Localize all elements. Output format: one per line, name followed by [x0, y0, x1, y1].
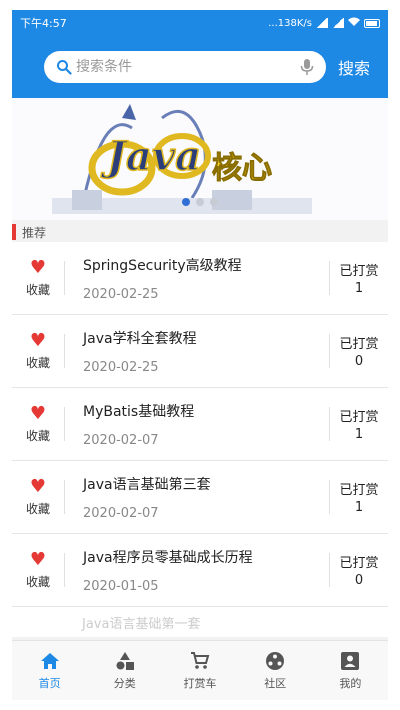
profile-icon	[341, 651, 360, 670]
section-title: 推荐	[22, 225, 47, 240]
reward-status: 已打赏 0	[330, 333, 388, 369]
wifi-icon	[348, 17, 360, 30]
battery-icon	[364, 18, 380, 28]
reward-count: 0	[354, 573, 364, 588]
course-title: Java程序员零基础成长历程	[83, 549, 253, 566]
reward-label: 已打赏	[339, 337, 379, 352]
list-item[interactable]: ♥ 收藏 SpringSecurity高级教程 2020-02-25 已打赏 1	[12, 242, 388, 315]
tab-home[interactable]: 首页	[12, 641, 87, 700]
app-screen: 下午4:57 ...138K/s 搜索条件 搜索 Java 核心 推荐 ♥ 收藏…	[12, 10, 388, 700]
list-item[interactable]: ♥ 收藏 MyBatis基础教程 2020-02-07 已打赏 1	[12, 388, 388, 461]
heart-icon: ♥	[29, 475, 47, 497]
bottom-tab-bar: 首页 分类 打赏车 社区 我的	[12, 640, 388, 700]
signal-icon-2	[332, 18, 344, 28]
reward-count: 1	[354, 281, 364, 296]
status-time: 下午4:57	[20, 17, 67, 30]
reward-label: 已打赏	[339, 556, 379, 571]
course-date: 2020-02-07	[83, 432, 159, 448]
list-item[interactable]: ♥ 收藏 Java学科全套教程 2020-02-25 已打赏 0	[12, 315, 388, 388]
reward-label: 已打赏	[339, 483, 379, 498]
category-icon	[116, 651, 134, 670]
tab-label: 我的	[339, 676, 362, 690]
community-icon	[266, 651, 285, 670]
course-info[interactable]: SpringSecurity高级教程 2020-02-25	[65, 255, 329, 302]
status-bar: 下午4:57 ...138K/s	[12, 10, 388, 36]
tab-label: 首页	[38, 676, 61, 690]
cart-icon	[191, 651, 210, 669]
home-icon	[40, 652, 59, 669]
reward-status: 已打赏 0	[330, 552, 388, 588]
banner-core-text: 核心	[212, 151, 272, 186]
network-speed: ...138K/s	[268, 17, 312, 29]
course-date: 2020-01-05	[83, 578, 159, 594]
heart-icon: ♥	[29, 548, 47, 570]
course-title: Java语言基础第一套	[82, 616, 201, 632]
banner-java-text: Java	[100, 133, 201, 180]
tab-label: 分类	[113, 676, 136, 690]
course-info[interactable]: Java学科全套教程 2020-02-25	[65, 328, 329, 375]
favorite-label: 收藏	[25, 574, 50, 589]
favorite-button[interactable]: ♥ 收藏	[12, 329, 64, 371]
course-title: SpringSecurity高级教程	[83, 257, 242, 274]
favorite-label: 收藏	[25, 501, 50, 516]
status-indicators: ...138K/s	[268, 17, 380, 30]
favorite-label: 收藏	[25, 355, 50, 370]
favorite-button[interactable]: ♥ 收藏	[12, 402, 64, 444]
list-item[interactable]: ♥ 收藏 Java语言基础第三套 2020-02-07 已打赏 1	[12, 461, 388, 534]
carousel-dot-active[interactable]	[182, 198, 190, 206]
tab-label: 社区	[264, 676, 287, 690]
course-info[interactable]: Java程序员零基础成长历程 2020-01-05	[65, 547, 329, 594]
reward-status: 已打赏 1	[330, 260, 388, 296]
course-list: ♥ 收藏 SpringSecurity高级教程 2020-02-25 已打赏 1…	[12, 242, 388, 637]
favorite-label: 收藏	[25, 428, 50, 443]
carousel-dot[interactable]	[210, 198, 218, 206]
tab-community[interactable]: 社区	[238, 641, 313, 700]
microphone-icon[interactable]	[300, 58, 314, 76]
course-date: 2020-02-07	[83, 505, 159, 521]
search-box[interactable]	[44, 51, 326, 83]
course-date: 2020-02-25	[83, 359, 159, 375]
section-header: 推荐	[12, 222, 388, 242]
course-title: Java语言基础第三套	[83, 476, 211, 493]
reward-status: 已打赏 1	[330, 406, 388, 442]
favorite-button[interactable]: ♥ 收藏	[12, 548, 64, 590]
reward-label: 已打赏	[339, 264, 379, 279]
heart-icon: ♥	[29, 256, 47, 278]
reward-count: 1	[354, 500, 364, 515]
search-icon	[57, 60, 72, 75]
tab-cart[interactable]: 打赏车	[162, 641, 237, 700]
list-item-partial[interactable]: Java语言基础第一套	[12, 607, 388, 637]
heart-icon: ♥	[29, 329, 47, 351]
search-bar: 搜索	[12, 36, 388, 98]
heart-icon: ♥	[29, 402, 47, 424]
favorite-button[interactable]: ♥ 收藏	[12, 256, 64, 298]
banner-carousel[interactable]: Java 核心	[12, 98, 388, 220]
signal-icon	[316, 18, 328, 28]
section-accent-bar	[12, 224, 16, 240]
list-item[interactable]: ♥ 收藏 Java程序员零基础成长历程 2020-01-05 已打赏 0	[12, 534, 388, 607]
tab-label: 打赏车	[183, 676, 217, 690]
course-title: MyBatis基础教程	[83, 403, 195, 420]
tab-category[interactable]: 分类	[87, 641, 162, 700]
search-input[interactable]	[76, 53, 300, 81]
favorite-button[interactable]: ♥ 收藏	[12, 475, 64, 517]
reward-label: 已打赏	[339, 410, 379, 425]
course-info[interactable]: Java语言基础第三套 2020-02-07	[65, 474, 329, 521]
carousel-dot[interactable]	[196, 198, 204, 206]
reward-count: 1	[354, 427, 364, 442]
search-button[interactable]: 搜索	[338, 55, 370, 79]
tab-profile[interactable]: 我的	[313, 641, 388, 700]
course-date: 2020-02-25	[83, 286, 159, 302]
reward-count: 0	[354, 354, 364, 369]
course-info[interactable]: MyBatis基础教程 2020-02-07	[65, 401, 329, 448]
course-title: Java学科全套教程	[83, 330, 197, 347]
reward-status: 已打赏 1	[330, 479, 388, 515]
carousel-dots	[12, 198, 388, 206]
favorite-label: 收藏	[25, 282, 50, 297]
